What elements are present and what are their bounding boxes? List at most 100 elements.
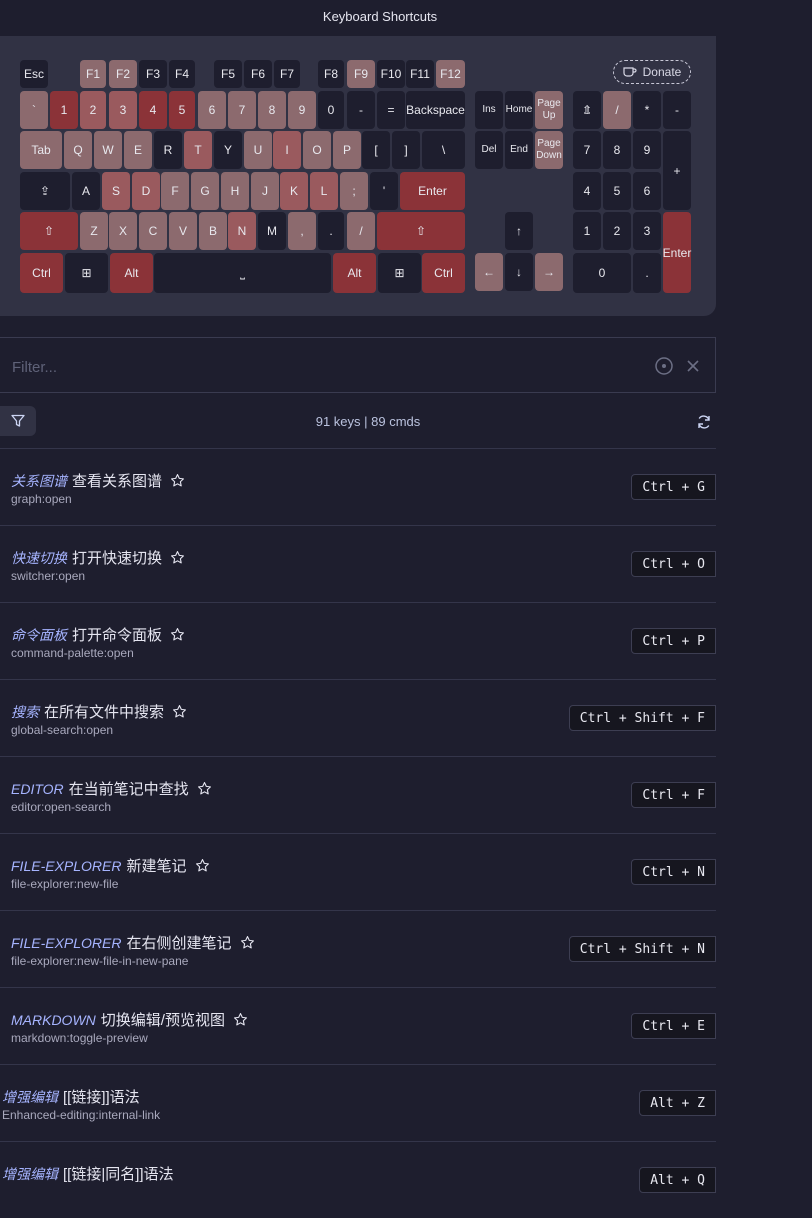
command-row[interactable]: 关系图谱 查看关系图谱 graph:open Ctrl + G [0,448,716,525]
key-num-7[interactable]: 7 [573,131,601,169]
key-f[interactable]: F [161,172,189,210]
hotkey-badge[interactable]: Ctrl + G [631,474,716,500]
key-i[interactable]: I [273,131,301,169]
key-quote[interactable]: ' [370,172,398,210]
hotkey-badge[interactable]: Alt + Q [639,1167,716,1193]
key-m[interactable]: M [258,212,286,250]
key-equals[interactable]: = [377,91,405,129]
key-h[interactable]: H [221,172,249,210]
key-space[interactable]: ⎵ [154,253,331,293]
key-8[interactable]: 8 [258,91,286,129]
hotkey-badge[interactable]: Ctrl + O [631,551,716,577]
star-icon[interactable] [233,1012,248,1031]
key-num-minus[interactable]: - [663,91,691,129]
key-f9[interactable]: F9 [347,60,375,88]
key-period[interactable]: . [318,212,344,250]
hotkey-badge[interactable]: Alt + Z [639,1090,716,1116]
star-icon[interactable] [170,473,185,492]
key-7[interactable]: 7 [228,91,256,129]
key-numlock[interactable]: ⇭ [573,91,601,129]
key-1[interactable]: 1 [50,91,78,129]
command-row[interactable]: 增强编辑 [[链接|同名]]语法 Alt + Q [0,1141,716,1218]
key-esc[interactable]: Esc [20,60,48,88]
key-l[interactable]: L [310,172,338,210]
key-backtick[interactable]: ` [20,91,48,129]
key-f4[interactable]: F4 [169,60,195,88]
key-j[interactable]: J [251,172,279,210]
key-num-4[interactable]: 4 [573,172,601,210]
key-e[interactable]: E [124,131,152,169]
key-num-slash[interactable]: / [603,91,631,129]
key-arrow-down[interactable]: ↓ [505,253,533,291]
hotkey-badge[interactable]: Ctrl + N [631,859,716,885]
key-y[interactable]: Y [214,131,242,169]
key-f6[interactable]: F6 [244,60,272,88]
key-f12[interactable]: F12 [436,60,465,88]
key-arrow-left[interactable]: ← [475,253,503,291]
key-num-2[interactable]: 2 [603,212,631,250]
key-alt-left[interactable]: Alt [110,253,153,293]
key-pagedown[interactable]: Page Down [535,131,563,169]
key-0[interactable]: 0 [318,91,344,129]
command-row[interactable]: FILE-EXPLORER 在右侧创建笔记 file-explorer:new-fi… [0,910,716,987]
key-win-right[interactable]: ⊞ [378,253,421,293]
key-t[interactable]: T [184,131,212,169]
key-win-left[interactable]: ⊞ [65,253,108,293]
hotkey-badge[interactable]: Ctrl + F [631,782,716,808]
star-icon[interactable] [172,704,187,723]
key-delete[interactable]: Del [475,131,503,169]
key-f10[interactable]: F10 [377,60,405,88]
star-icon[interactable] [197,781,212,800]
key-num-5[interactable]: 5 [603,172,631,210]
key-slash[interactable]: / [347,212,375,250]
key-num-6[interactable]: 6 [633,172,661,210]
key-f2[interactable]: F2 [109,60,137,88]
key-comma[interactable]: , [288,212,316,250]
key-c[interactable]: C [139,212,167,250]
key-f1[interactable]: F1 [80,60,106,88]
key-f11[interactable]: F11 [406,60,434,88]
key-v[interactable]: V [169,212,197,250]
key-num-enter[interactable]: Enter [663,212,691,293]
key-g[interactable]: G [191,172,219,210]
key-minus[interactable]: - [347,91,375,129]
command-row[interactable]: EDITOR 在当前笔记中查找 editor:open-search Ctrl + F [0,756,716,833]
hotkey-badge[interactable]: Ctrl + Shift + N [568,936,716,962]
star-icon[interactable] [195,858,210,877]
key-num-star[interactable]: * [633,91,661,129]
target-icon[interactable] [654,356,674,376]
command-row[interactable]: 快速切换 打开快速切换 switcher:open Ctrl + O [0,525,716,602]
key-capslock[interactable]: ⇪ [20,172,70,210]
key-home[interactable]: Home [505,91,533,129]
key-arrow-right[interactable]: → [535,253,563,291]
key-f7[interactable]: F7 [274,60,300,88]
key-shift-right[interactable]: ⇧ [377,212,465,250]
key-shift-left[interactable]: ⇧ [20,212,78,250]
key-x[interactable]: X [109,212,137,250]
key-k[interactable]: K [280,172,308,210]
key-alt-right[interactable]: Alt [333,253,376,293]
refresh-icon[interactable] [694,412,714,432]
key-w[interactable]: W [94,131,122,169]
hotkey-badge[interactable]: Ctrl + P [631,628,716,654]
key-r[interactable]: R [154,131,182,169]
key-insert[interactable]: Ins [475,91,503,129]
command-row[interactable]: 命令面板 打开命令面板 command-palette:open Ctrl + P [0,602,716,679]
key-u[interactable]: U [244,131,272,169]
key-num-8[interactable]: 8 [603,131,631,169]
donate-button[interactable]: Donate [613,60,691,84]
command-row[interactable]: MARKDOWN 切换编辑/预览视图 markdown:toggle-preview… [0,987,716,1064]
star-icon[interactable] [240,935,255,954]
key-semicolon[interactable]: ; [340,172,368,210]
command-row[interactable]: 增强编辑 [[链接]]语法 Enhanced-editing:internal-li… [0,1064,716,1141]
key-6[interactable]: 6 [198,91,226,129]
key-f3[interactable]: F3 [139,60,167,88]
key-n[interactable]: N [228,212,256,250]
key-num-plus[interactable]: + [663,131,691,210]
command-row[interactable]: FILE-EXPLORER 新建笔记 file-explorer:new-file C… [0,833,716,910]
key-rbracket[interactable]: ] [392,131,420,169]
star-icon[interactable] [170,627,185,646]
key-ctrl-right[interactable]: Ctrl [422,253,465,293]
key-d[interactable]: D [132,172,160,210]
key-pageup[interactable]: Page Up [535,91,563,129]
